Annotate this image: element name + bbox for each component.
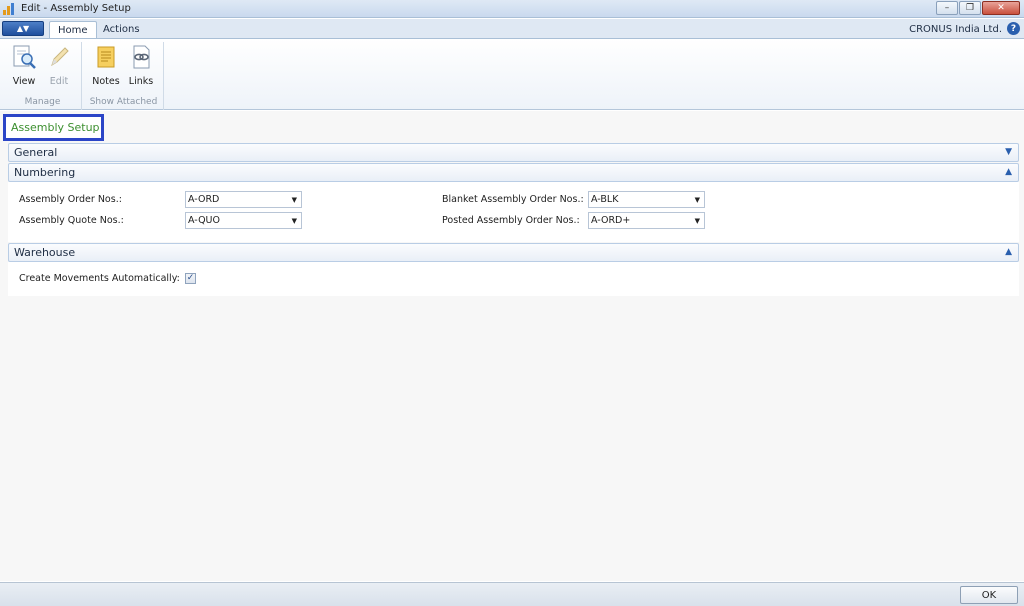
- fasttab-numbering: Numbering ▲ Assembly Order Nos.: A-ORD ▼…: [8, 163, 1019, 242]
- fasttab-numbering-label: Numbering: [14, 166, 76, 179]
- view-button[interactable]: View: [7, 44, 41, 88]
- close-icon[interactable]: ✕: [982, 1, 1020, 15]
- fasttab-numbering-body: Assembly Order Nos.: A-ORD ▼ Assembly Qu…: [8, 182, 1019, 242]
- view-icon: [11, 44, 37, 70]
- links-button[interactable]: Links: [124, 44, 158, 88]
- links-label: Links: [128, 76, 154, 87]
- dropdown-arrow-icon[interactable]: ▼: [695, 217, 700, 225]
- ribbon-group-show-attached: Notes Links Show Attached: [84, 42, 164, 110]
- dropdown-arrow-icon[interactable]: ▼: [292, 217, 297, 225]
- content-area: Assembly Setup General ▼ Numbering ▲ Ass…: [0, 111, 1024, 581]
- posted-assembly-order-nos-label: Posted Assembly Order Nos.:: [442, 215, 580, 226]
- assembly-order-nos-value: A-ORD: [188, 194, 220, 205]
- assembly-quote-nos-value: A-QUO: [188, 215, 220, 226]
- page-title-box: Assembly Setup: [3, 114, 104, 141]
- edit-icon: [46, 44, 72, 70]
- manage-group-label: Manage: [24, 97, 61, 107]
- show-attached-group-label: Show Attached: [89, 97, 158, 107]
- blanket-assembly-order-nos-value: A-BLK: [591, 194, 619, 205]
- assembly-order-nos-select[interactable]: A-ORD ▼: [185, 191, 302, 208]
- assembly-quote-nos-label: Assembly Quote Nos.:: [19, 215, 124, 226]
- posted-assembly-order-nos-select[interactable]: A-ORD+ ▼: [588, 212, 705, 229]
- fasttab-warehouse-label: Warehouse: [14, 246, 76, 259]
- chevron-down-icon[interactable]: ▼: [1005, 147, 1012, 157]
- fasttab-warehouse-body: Create Movements Automatically: ✓: [8, 262, 1019, 296]
- blanket-assembly-order-nos-select[interactable]: A-BLK ▼: [588, 191, 705, 208]
- dropdown-arrow-icon[interactable]: ▼: [292, 196, 297, 204]
- fasttab-numbering-header[interactable]: Numbering ▲: [8, 163, 1019, 182]
- notes-label: Notes: [92, 76, 120, 87]
- title-bar: Edit - Assembly Setup – ❐ ✕: [0, 0, 1024, 18]
- ribbon-tab-row: ▲▼ Home Actions CRONUS India Ltd. ?: [0, 19, 1024, 39]
- tab-home[interactable]: Home: [49, 21, 97, 39]
- restore-icon[interactable]: ❐: [959, 1, 981, 15]
- links-icon: [128, 44, 154, 70]
- fasttab-general-label: General: [14, 146, 58, 159]
- minimize-icon[interactable]: –: [936, 1, 958, 15]
- app-logo-icon: [3, 2, 17, 15]
- assembly-quote-nos-select[interactable]: A-QUO ▼: [185, 212, 302, 229]
- posted-assembly-order-nos-value: A-ORD+: [591, 215, 631, 226]
- fasttab-warehouse-header[interactable]: Warehouse ▲: [8, 243, 1019, 262]
- notes-icon: [93, 44, 119, 70]
- ribbon-group-manage: View Edit Manage: [4, 42, 82, 110]
- footer-bar: OK: [0, 582, 1024, 606]
- help-icon[interactable]: ?: [1007, 22, 1020, 35]
- create-movements-checkbox[interactable]: ✓: [185, 273, 196, 284]
- fasttab-warehouse: Warehouse ▲ Create Movements Automatical…: [8, 243, 1019, 296]
- company-name: CRONUS India Ltd.: [909, 24, 1002, 35]
- create-movements-label: Create Movements Automatically:: [19, 273, 180, 284]
- dropdown-arrow-icon[interactable]: ▼: [695, 196, 700, 204]
- tab-actions[interactable]: Actions: [95, 21, 148, 39]
- ok-button[interactable]: OK: [960, 586, 1018, 604]
- assembly-order-nos-label: Assembly Order Nos.:: [19, 194, 122, 205]
- fasttab-general: General ▼: [8, 143, 1019, 162]
- edit-label: Edit: [49, 76, 69, 87]
- notes-button[interactable]: Notes: [89, 44, 123, 88]
- page-title: Assembly Setup: [11, 121, 100, 134]
- edit-button[interactable]: Edit: [42, 44, 76, 88]
- application-menu-button[interactable]: ▲▼: [2, 21, 44, 36]
- blanket-assembly-order-nos-label: Blanket Assembly Order Nos.:: [442, 194, 584, 205]
- ribbon: View Edit Manage Notes Links Show Attach…: [0, 38, 1024, 110]
- fasttab-general-header[interactable]: General ▼: [8, 143, 1019, 162]
- chevron-up-icon[interactable]: ▲: [1005, 167, 1012, 177]
- chevron-up-icon[interactable]: ▲: [1005, 247, 1012, 257]
- window-title: Edit - Assembly Setup: [21, 3, 131, 14]
- view-label: View: [12, 76, 36, 87]
